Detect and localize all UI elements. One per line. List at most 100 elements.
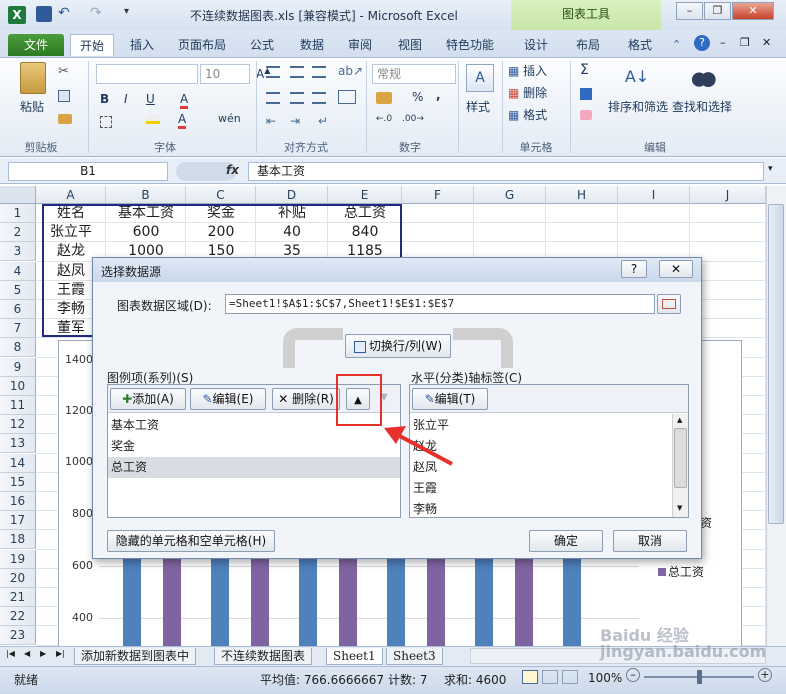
- select-all-corner[interactable]: [0, 186, 36, 204]
- column-header[interactable]: C: [186, 186, 256, 204]
- ribbon-min-icon[interactable]: –: [720, 36, 726, 49]
- sheet-nav-first-icon[interactable]: |◀: [6, 649, 15, 658]
- row-header[interactable]: 19: [0, 549, 36, 569]
- sort-filter-icon[interactable]: A↓: [622, 62, 652, 92]
- page-break-view-icon[interactable]: [562, 670, 578, 684]
- table-cell[interactable]: 40: [256, 223, 328, 242]
- percent-button[interactable]: %: [412, 90, 423, 104]
- column-header[interactable]: F: [402, 186, 474, 204]
- align-middle-icon[interactable]: [290, 66, 304, 78]
- table-cell[interactable]: 600: [106, 223, 186, 242]
- formula-expand-icon[interactable]: ▾: [768, 164, 773, 174]
- column-header[interactable]: B: [106, 186, 186, 204]
- align-bottom-icon[interactable]: [312, 66, 326, 78]
- close-button[interactable]: ✕: [732, 2, 774, 20]
- sort-filter-label[interactable]: 排序和筛选: [608, 98, 668, 115]
- binoculars-icon[interactable]: [690, 64, 716, 90]
- column-header[interactable]: J: [690, 186, 766, 204]
- decrease-indent-icon[interactable]: ⇤: [266, 114, 276, 128]
- sheet-nav-prev-icon[interactable]: ◀: [24, 649, 30, 658]
- fill-icon[interactable]: [580, 88, 592, 100]
- table-cell[interactable]: 200: [186, 223, 256, 242]
- row-header[interactable]: 8: [0, 338, 36, 358]
- orientation-icon[interactable]: ab↗: [338, 64, 363, 78]
- fx-icon[interactable]: fx: [226, 163, 239, 177]
- row-header[interactable]: 1: [0, 204, 36, 223]
- sheet-nav-next-icon[interactable]: ▶: [40, 649, 46, 658]
- row-header[interactable]: 23: [0, 626, 36, 646]
- row-header[interactable]: 6: [0, 300, 36, 319]
- align-center-icon[interactable]: [290, 92, 304, 104]
- tab-layout[interactable]: 布局: [568, 34, 608, 56]
- sheet-tab[interactable]: 添加新数据到图表中: [74, 648, 197, 665]
- scroll-up-icon[interactable]: ▲: [677, 416, 682, 424]
- table-header-cell[interactable]: 奖金: [186, 204, 256, 223]
- sheet-tab[interactable]: Sheet3: [386, 648, 443, 665]
- table-cell[interactable]: 840: [328, 223, 402, 242]
- autosum-button[interactable]: Σ: [580, 62, 589, 78]
- table-header-cell[interactable]: 基本工资: [106, 204, 186, 223]
- table-header-cell[interactable]: 补贴: [256, 204, 328, 223]
- bold-button[interactable]: B: [100, 92, 109, 106]
- comma-button[interactable]: ,: [436, 88, 441, 102]
- range-collapse-button[interactable]: [657, 294, 681, 314]
- sheet-tab-active[interactable]: Sheet1: [326, 648, 383, 665]
- chart-bar[interactable]: [563, 559, 581, 647]
- tab-home[interactable]: 开始: [70, 34, 114, 56]
- align-left-icon[interactable]: [266, 92, 280, 104]
- paste-button-label[interactable]: 粘贴: [20, 98, 44, 115]
- font-size-dropdown[interactable]: 10: [200, 64, 250, 84]
- ribbon-restore-icon[interactable]: ❐: [740, 36, 750, 49]
- tab-insert[interactable]: 插入: [120, 34, 164, 56]
- switch-row-column-button[interactable]: 切换行/列(W): [345, 334, 451, 358]
- chart-bar[interactable]: [299, 559, 317, 647]
- italic-button[interactable]: I: [124, 92, 128, 106]
- row-header[interactable]: 4: [0, 261, 36, 281]
- clear-icon[interactable]: [580, 110, 592, 120]
- row-header[interactable]: 2: [0, 223, 36, 243]
- column-header[interactable]: D: [256, 186, 328, 204]
- chart-bar[interactable]: [387, 559, 405, 647]
- dialog-help-button[interactable]: ?: [621, 260, 647, 278]
- delete-cells-button[interactable]: ▦ 删除: [508, 84, 547, 101]
- hidden-empty-cells-button[interactable]: 隐藏的单元格和空单元格(H): [107, 530, 275, 552]
- redo-icon[interactable]: ↷: [90, 6, 106, 22]
- undo-icon[interactable]: ↶: [58, 6, 74, 22]
- restore-button[interactable]: ❐: [704, 2, 731, 20]
- zoom-level[interactable]: 100%: [588, 671, 622, 685]
- chart-bar[interactable]: [211, 559, 229, 647]
- formula-input[interactable]: 基本工资: [248, 162, 764, 181]
- row-header[interactable]: 21: [0, 588, 36, 607]
- cut-icon[interactable]: ✂: [58, 64, 69, 79]
- row-header[interactable]: 20: [0, 568, 36, 588]
- category-item[interactable]: 李畅: [410, 499, 672, 520]
- format-cells-button[interactable]: ▦ 格式: [508, 106, 547, 123]
- chart-bar[interactable]: [123, 559, 141, 647]
- tab-features[interactable]: 特色功能: [440, 34, 500, 56]
- scroll-down-icon[interactable]: ▼: [677, 504, 682, 512]
- chart-bar[interactable]: [339, 559, 357, 647]
- column-header[interactable]: I: [618, 186, 690, 204]
- dialog-close-button[interactable]: ✕: [659, 260, 693, 278]
- column-header[interactable]: E: [328, 186, 402, 204]
- chart-bar[interactable]: [251, 559, 269, 647]
- customize-qat-icon[interactable]: ▾: [124, 6, 140, 22]
- row-header[interactable]: 17: [0, 511, 36, 531]
- table-cell[interactable]: 张立平: [36, 223, 106, 242]
- tab-view[interactable]: 视图: [390, 34, 430, 56]
- styles-icon[interactable]: A: [466, 64, 494, 92]
- column-header[interactable]: A: [36, 186, 106, 204]
- wrap-text-icon[interactable]: ↵: [318, 114, 328, 128]
- row-header[interactable]: 9: [0, 357, 36, 377]
- row-header[interactable]: 16: [0, 492, 36, 511]
- row-header[interactable]: 22: [0, 607, 36, 627]
- series-item[interactable]: 奖金: [108, 436, 400, 457]
- decrease-decimal-icon[interactable]: .00→: [402, 114, 424, 124]
- row-header[interactable]: 3: [0, 242, 36, 262]
- column-header[interactable]: G: [474, 186, 546, 204]
- sheet-tab[interactable]: 不连续数据图表: [214, 648, 313, 665]
- currency-icon[interactable]: [376, 92, 392, 104]
- underline-button[interactable]: U: [146, 92, 155, 106]
- increase-indent-icon[interactable]: ⇥: [290, 114, 300, 128]
- zoom-in-icon[interactable]: +: [758, 668, 772, 682]
